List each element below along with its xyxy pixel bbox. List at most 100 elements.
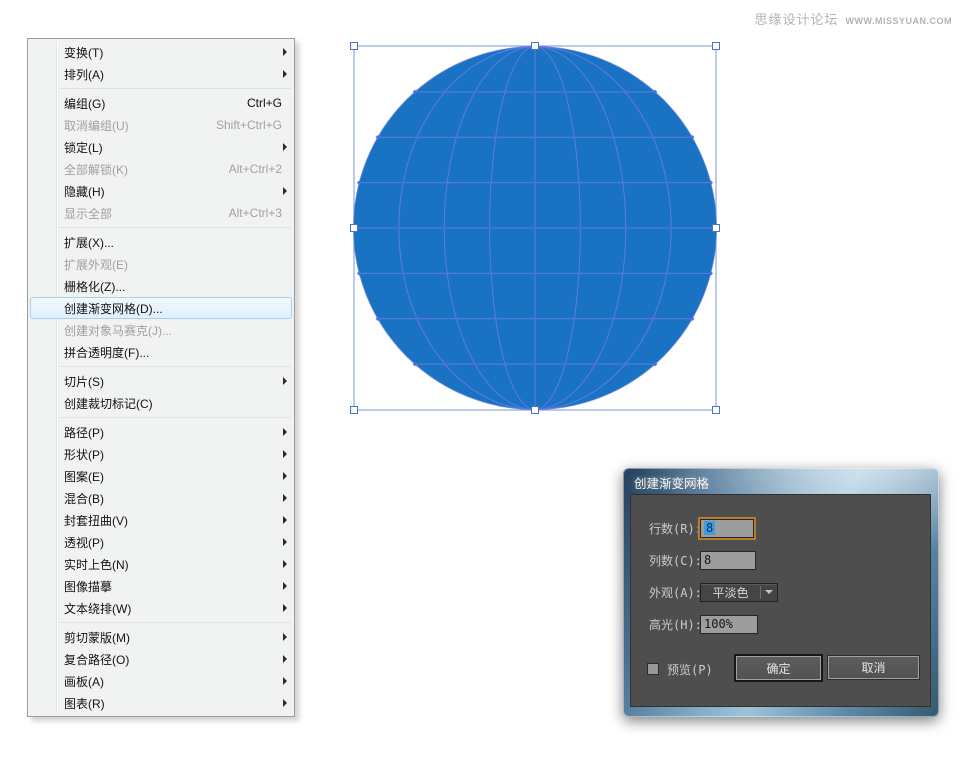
menu-item-14: 创建对象马赛克(J)... [28, 319, 294, 341]
menu-item-3[interactable]: 编组(G) Ctrl+G [28, 92, 294, 114]
menu-item-shortcut: Ctrl+G [247, 96, 282, 110]
submenu-arrow-icon [283, 187, 287, 195]
menu-item-32[interactable]: 画板(A) [28, 670, 294, 692]
menu-item-17[interactable]: 切片(S) [28, 370, 294, 392]
submenu-arrow-icon [283, 677, 287, 685]
menu-separator [59, 366, 291, 367]
menu-item-label: 透视(P) [64, 534, 104, 551]
menu-item-18[interactable]: 创建裁切标记(C) [28, 392, 294, 414]
highlight-label: 高光(H): [649, 616, 700, 633]
menu-item-label: 封套扭曲(V) [64, 512, 128, 529]
cancel-button[interactable]: 取消 [828, 656, 919, 679]
menu-item-1[interactable]: 排列(A) [28, 63, 294, 85]
object-context-menu: 变换(T) 排列(A) 编组(G) Ctrl+G 取消编组(U) Shift+Ctrl+G… [27, 38, 295, 717]
menu-item-label: 复合路径(O) [64, 651, 129, 668]
menu-item-label: 画板(A) [64, 673, 104, 690]
menu-item-24[interactable]: 封套扭曲(V) [28, 509, 294, 531]
menu-item-7[interactable]: 隐藏(H) [28, 180, 294, 202]
submenu-arrow-icon [283, 472, 287, 480]
menu-item-30[interactable]: 剪切蒙版(M) [28, 626, 294, 648]
cols-field-row: 列数(C): 8 [649, 550, 756, 570]
cols-input[interactable]: 8 [700, 551, 756, 570]
submenu-arrow-icon [283, 48, 287, 56]
menu-item-shortcut: Alt+Ctrl+3 [229, 206, 282, 220]
selection-handle[interactable] [351, 43, 358, 50]
menu-item-label: 隐藏(H) [64, 183, 105, 200]
dialog-title-bar[interactable]: 创建渐变网格 [634, 473, 709, 492]
artboard-svg [350, 42, 720, 414]
menu-item-label: 混合(B) [64, 490, 104, 507]
appearance-field-row: 外观(A): 平淡色 [649, 582, 778, 602]
cols-value: 8 [704, 553, 711, 567]
menu-item-label: 形状(P) [64, 446, 104, 463]
menu-item-25[interactable]: 透视(P) [28, 531, 294, 553]
menu-item-10[interactable]: 扩展(X)... [28, 231, 294, 253]
menu-item-shortcut: Shift+Ctrl+G [216, 118, 282, 132]
menu-item-20[interactable]: 路径(P) [28, 421, 294, 443]
menu-item-label: 编组(G) [64, 95, 105, 112]
menu-item-label: 全部解锁(K) [64, 161, 128, 178]
menu-item-21[interactable]: 形状(P) [28, 443, 294, 465]
menu-item-0[interactable]: 变换(T) [28, 41, 294, 63]
menu-item-label: 排列(A) [64, 66, 104, 83]
selection-handle[interactable] [532, 407, 539, 414]
menu-separator [59, 417, 291, 418]
appearance-dropdown[interactable]: 平淡色 [700, 583, 778, 602]
selection-handle[interactable] [713, 43, 720, 50]
menu-item-label: 扩展外观(E) [64, 256, 128, 273]
menu-item-label: 文本绕排(W) [64, 600, 131, 617]
rows-input[interactable]: 8 [700, 519, 754, 538]
menu-item-31[interactable]: 复合路径(O) [28, 648, 294, 670]
watermark-site-url: WWW.MISSYUAN.COM [846, 16, 953, 26]
submenu-arrow-icon [283, 538, 287, 546]
submenu-arrow-icon [283, 143, 287, 151]
highlight-input[interactable]: 100% [700, 615, 758, 634]
selection-handle[interactable] [713, 407, 720, 414]
watermark: 思缘设计论坛 WWW.MISSYUAN.COM [754, 9, 952, 28]
menu-item-label: 图案(E) [64, 468, 104, 485]
menu-item-23[interactable]: 混合(B) [28, 487, 294, 509]
menu-item-15[interactable]: 拼合透明度(F)... [28, 341, 294, 363]
menu-item-27[interactable]: 图像描摹 [28, 575, 294, 597]
menu-item-label: 创建裁切标记(C) [64, 395, 153, 412]
menu-item-label: 变换(T) [64, 44, 103, 61]
appearance-label: 外观(A): [649, 584, 700, 601]
menu-item-label: 图像描摹 [64, 578, 112, 595]
menu-item-26[interactable]: 实时上色(N) [28, 553, 294, 575]
menu-item-11: 扩展外观(E) [28, 253, 294, 275]
menu-item-6: 全部解锁(K) Alt+Ctrl+2 [28, 158, 294, 180]
menu-item-label: 实时上色(N) [64, 556, 129, 573]
menu-item-12[interactable]: 栅格化(Z)... [28, 275, 294, 297]
menu-item-label: 剪切蒙版(M) [64, 629, 130, 646]
menu-item-13[interactable]: 创建渐变网格(D)... [30, 297, 292, 319]
submenu-arrow-icon [283, 699, 287, 707]
preview-row: 预览(P) [647, 659, 713, 679]
menu-item-22[interactable]: 图案(E) [28, 465, 294, 487]
selection-handle[interactable] [351, 407, 358, 414]
menu-item-4: 取消编组(U) Shift+Ctrl+G [28, 114, 294, 136]
menu-item-33[interactable]: 图表(R) [28, 692, 294, 714]
menu-item-label: 拼合透明度(F)... [64, 344, 149, 361]
submenu-arrow-icon [283, 633, 287, 641]
dialog-content: 行数(R): 8 列数(C): 8 外观(A): 平淡色 高光(H): [630, 494, 931, 707]
menu-item-28[interactable]: 文本绕排(W) [28, 597, 294, 619]
selection-handle[interactable] [713, 225, 720, 232]
cols-label: 列数(C): [649, 552, 700, 569]
menu-item-shortcut: Alt+Ctrl+2 [229, 162, 282, 176]
submenu-arrow-icon [283, 560, 287, 568]
dropdown-arrow-box[interactable] [761, 590, 777, 594]
ok-button[interactable]: 确定 [736, 656, 821, 680]
rows-field-row: 行数(R): 8 [649, 518, 754, 538]
menu-item-label: 取消编组(U) [64, 117, 129, 134]
highlight-field-row: 高光(H): 100% [649, 614, 758, 634]
menu-item-label: 创建渐变网格(D)... [64, 300, 163, 317]
chevron-down-icon [765, 590, 773, 594]
menu-item-5[interactable]: 锁定(L) [28, 136, 294, 158]
rows-label: 行数(R): [649, 520, 700, 537]
preview-checkbox[interactable] [647, 663, 659, 675]
selection-handle[interactable] [532, 43, 539, 50]
rows-value-selected: 8 [704, 521, 715, 535]
menu-separator [59, 227, 291, 228]
selection-handle[interactable] [351, 225, 358, 232]
submenu-arrow-icon [283, 655, 287, 663]
